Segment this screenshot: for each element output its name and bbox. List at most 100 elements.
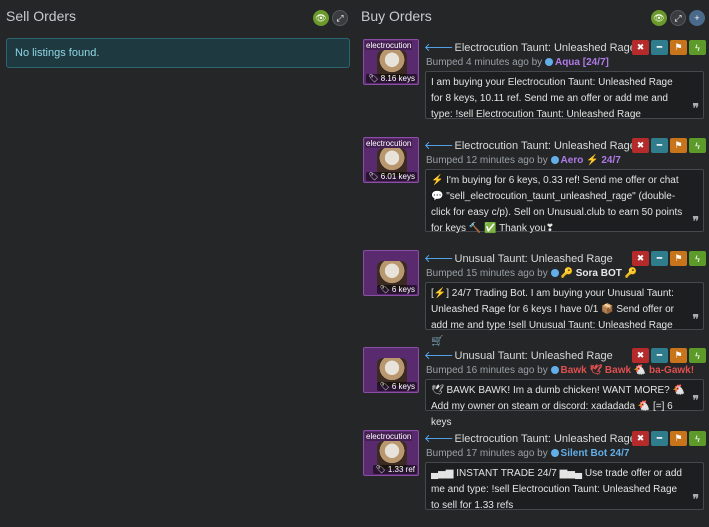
arrow-left-icon: 🡐 [424,140,454,152]
arrow-left-icon: 🡐 [424,42,454,54]
user-link[interactable]: 🔑 Sora BOT 🔑 [561,268,638,279]
item-name[interactable]: 🡐Unusual Taunt: Unleashed Rage [424,348,613,362]
listing-meta: Bumped 16 minutes ago by Bawk 🕊 Bawk 🐔 b… [426,365,694,376]
item-icon[interactable]: electrocution 🏷 8.16 keys [363,39,419,85]
item-name[interactable]: 🡐Electrocution Taunt: Unleashed Rage [424,40,636,54]
user-link[interactable]: Bawk 🕊 Bawk 🐔 ba-Gawk! [561,365,695,376]
listing-actions: ✖ ━ ⚑ ϟ [632,251,706,266]
user-link[interactable]: Aqua [24/7] [555,57,609,68]
listing-comment: ⚡ I'm buying for 6 keys, 0.33 ref! Send … [425,169,704,234]
status-dot-icon [550,449,559,457]
listing-actions: ✖ ━ ⚑ ϟ [632,431,706,446]
sell-orders-header-buttons: 👁 ⤢ [313,10,348,26]
item-price: 6 keys [391,382,415,391]
bolt-icon[interactable]: ϟ [689,251,706,266]
user-link[interactable]: Aero ⚡ 24/7 [561,155,621,166]
eye-icon[interactable]: 👁 [651,10,667,26]
item-icon[interactable]: 🏷 6 keys [363,250,419,296]
item-name-text: Electrocution Taunt: Unleashed Rage [454,140,636,152]
minus-icon[interactable]: ━ [651,348,668,363]
buy-orders-panel: Buy Orders 👁 ⤢ + electrocution 🏷 8.16 ke… [360,0,709,527]
bolt-icon[interactable]: ϟ [689,348,706,363]
listing-meta: Bumped 17 minutes ago by Silent Bot 24/7 [426,448,629,459]
comment-text: I am buying your Electrocution Taunt: Un… [431,77,673,120]
item-name[interactable]: 🡐Unusual Taunt: Unleashed Rage [424,251,613,265]
bolt-icon[interactable]: ϟ [689,138,706,153]
tag-icon: 🏷 [368,74,379,83]
item-price: 6.01 keys [380,172,415,181]
minus-icon[interactable]: ━ [651,251,668,266]
comment-text: 🕊 BAWK BAWK! Im a dumb chicken! WANT MOR… [431,385,685,428]
sell-orders-title: Sell Orders [6,8,77,24]
listing-meta: Bumped 15 minutes ago by 🔑 Sora BOT 🔑 [426,268,637,279]
bolt-icon[interactable]: ϟ [689,431,706,446]
plus-icon[interactable]: + [689,10,705,26]
tag-icon: 🏷 [379,285,390,294]
listing-actions: ✖ ━ ⚑ ϟ [632,40,706,55]
sell-orders-panel: Sell Orders 👁 ⤢ No listings found. [0,0,352,527]
bolt-icon[interactable]: ϟ [689,40,706,55]
comment-text: [⚡] 24/7 Trading Bot. I am buying your U… [431,288,674,347]
tag-icon: 🏷 [368,172,379,181]
item-name[interactable]: 🡐Electrocution Taunt: Unleashed Rage [424,138,636,152]
x-icon[interactable]: ✖ [632,40,649,55]
bumped-text: Bumped 16 minutes ago by [426,365,548,376]
status-dot-icon [550,269,559,277]
item-name-text: Unusual Taunt: Unleashed Rage [454,253,613,265]
x-icon[interactable]: ✖ [632,348,649,363]
bumped-text: Bumped 4 minutes ago by [426,57,543,68]
flag-icon[interactable]: ⚑ [670,138,687,153]
item-price-badge: 🏷 6 keys [377,382,417,391]
bumped-text: Bumped 12 minutes ago by [426,155,548,166]
flag-icon[interactable]: ⚑ [670,431,687,446]
arrow-left-icon: 🡐 [424,433,454,445]
expand-icon[interactable]: ⤢ [670,10,686,26]
item-icon[interactable]: electrocution 🏷 6.01 keys [363,137,419,183]
item-price: 8.16 keys [380,74,415,83]
arrow-left-icon: 🡐 [424,350,454,362]
item-price: 1.33 ref [387,465,415,474]
bumped-text: Bumped 15 minutes ago by [426,268,548,279]
quote-icon: ❞ [692,312,699,326]
item-icon[interactable]: 🏷 6 keys [363,347,419,393]
item-price-badge: 🏷 6 keys [377,285,417,294]
user-link[interactable]: Silent Bot 24/7 [561,448,630,459]
flag-icon[interactable]: ⚑ [670,40,687,55]
tag-icon: 🏷 [379,382,390,391]
quote-icon: ❞ [692,101,699,115]
item-price: 6 keys [391,285,415,294]
buy-orders-title: Buy Orders [361,8,432,24]
listing-comment: I am buying your Electrocution Taunt: Un… [425,71,704,120]
x-icon[interactable]: ✖ [632,138,649,153]
item-name[interactable]: 🡐Electrocution Taunt: Unleashed Rage [424,431,636,445]
listing-meta: Bumped 4 minutes ago by Aqua [24/7] [426,57,609,68]
comment-text: ⚡ I'm buying for 6 keys, 0.33 ref! Send … [431,175,683,234]
item-name-text: Electrocution Taunt: Unleashed Rage [454,42,636,54]
x-icon[interactable]: ✖ [632,431,649,446]
item-price-badge: 🏷 8.16 keys [366,74,417,83]
item-icon[interactable]: electrocution 🏷 1.33 ref [363,430,419,476]
expand-icon[interactable]: ⤢ [332,10,348,26]
x-icon[interactable]: ✖ [632,251,649,266]
minus-icon[interactable]: ━ [651,40,668,55]
listing-comment: 🕊 BAWK BAWK! Im a dumb chicken! WANT MOR… [425,379,704,428]
minus-icon[interactable]: ━ [651,431,668,446]
item-effect-label: electrocution [365,41,413,50]
item-price-badge: 🏷 1.33 ref [373,465,417,474]
item-name-text: Unusual Taunt: Unleashed Rage [454,350,613,362]
status-dot-icon [544,58,553,66]
status-dot-icon [550,156,559,164]
buy-orders-header-buttons: 👁 ⤢ + [651,10,705,26]
listing-comment: ▄▅▆ INSTANT TRADE 24/7 ▆▅▄ Use trade off… [425,462,704,511]
flag-icon[interactable]: ⚑ [670,251,687,266]
listing-actions: ✖ ━ ⚑ ϟ [632,348,706,363]
item-effect-label: electrocution [365,432,413,441]
flag-icon[interactable]: ⚑ [670,348,687,363]
no-listings-alert: No listings found. [6,38,350,68]
quote-icon: ❞ [692,214,699,228]
comment-text: ▄▅▆ INSTANT TRADE 24/7 ▆▅▄ Use trade off… [431,468,682,511]
minus-icon[interactable]: ━ [651,138,668,153]
eye-icon[interactable]: 👁 [313,10,329,26]
listing-comment: [⚡] 24/7 Trading Bot. I am buying your U… [425,282,704,347]
arrow-left-icon: 🡐 [424,253,454,265]
